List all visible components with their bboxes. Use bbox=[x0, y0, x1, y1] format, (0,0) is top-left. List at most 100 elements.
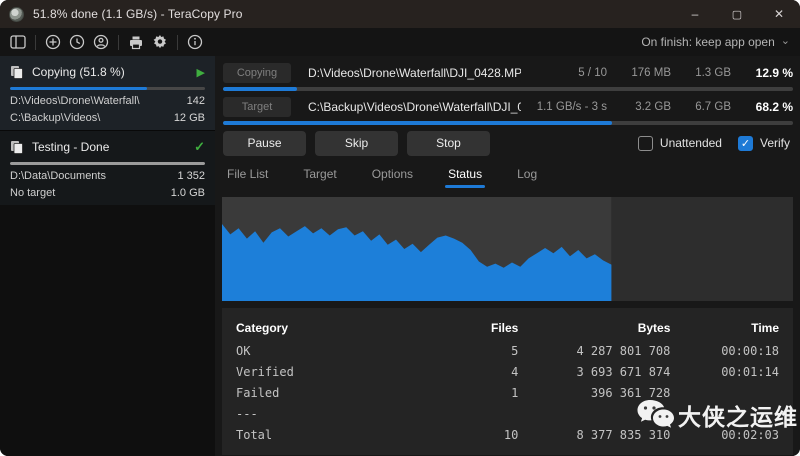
col-time: Time bbox=[670, 316, 779, 340]
cell: OK bbox=[236, 340, 399, 361]
source-progressbar bbox=[223, 87, 793, 91]
source-files-count: 5 / 10 bbox=[521, 67, 607, 79]
pause-button[interactable]: Pause bbox=[223, 131, 306, 156]
task-file-count: 142 bbox=[187, 95, 205, 107]
task-title: Copying (51.8 %) bbox=[32, 65, 197, 79]
minimize-button[interactable]: – bbox=[674, 0, 716, 28]
print-icon[interactable] bbox=[124, 31, 148, 53]
cell: 4 287 801 708 bbox=[518, 340, 670, 361]
cell: Failed bbox=[236, 382, 399, 403]
titlebar: 51.8% done (1.1 GB/s) - TeraCopy Pro – ▢… bbox=[0, 0, 800, 28]
cell: 1 bbox=[399, 382, 518, 403]
toolbar-separator bbox=[177, 35, 178, 50]
task-progressbar bbox=[10, 87, 205, 90]
main-panel: Copying D:\Videos\Drone\Waterfall\DJI_04… bbox=[215, 56, 800, 456]
target-total-bytes: 6.7 GB bbox=[671, 101, 731, 113]
checkbox-box[interactable] bbox=[638, 136, 653, 151]
task-source-path: D:\Videos\Drone\Waterfall\ bbox=[10, 95, 140, 107]
account-icon[interactable] bbox=[89, 31, 113, 53]
action-bar: Pause Skip Stop Unattended ✓ Verify bbox=[223, 130, 790, 156]
source-row: Copying D:\Videos\Drone\Waterfall\DJI_04… bbox=[223, 61, 793, 85]
tab-target[interactable]: Target bbox=[301, 162, 338, 190]
app-icon[interactable] bbox=[9, 7, 24, 22]
tab-file-list[interactable]: File List bbox=[225, 162, 270, 190]
settings-gear-icon[interactable] bbox=[148, 31, 172, 53]
maximize-button[interactable]: ▢ bbox=[716, 0, 758, 28]
cell: 3 693 671 874 bbox=[518, 361, 670, 382]
on-finish-label: On finish: keep app open bbox=[641, 35, 774, 49]
tab-bar: File List Target Options Status Log bbox=[225, 162, 539, 190]
unattended-checkbox[interactable]: Unattended bbox=[638, 136, 722, 151]
cell: 5 bbox=[399, 340, 518, 361]
cell: 10 bbox=[399, 424, 518, 445]
on-finish-dropdown[interactable]: On finish: keep app open ⌄ bbox=[641, 35, 790, 49]
copy-pages-icon bbox=[10, 65, 24, 79]
target-badge[interactable]: Target bbox=[223, 97, 291, 117]
task-size: 1.0 GB bbox=[171, 187, 205, 199]
cell: Total bbox=[236, 424, 399, 445]
skip-button[interactable]: Skip bbox=[315, 131, 398, 156]
stop-button[interactable]: Stop bbox=[407, 131, 490, 156]
cell bbox=[399, 403, 518, 424]
about-info-icon[interactable] bbox=[183, 31, 207, 53]
task-item-testing[interactable]: Testing - Done ✓ D:\Data\Documents 1 352… bbox=[0, 130, 215, 205]
task-target-row: No target 1.0 GB bbox=[10, 187, 205, 199]
toolbar-separator bbox=[35, 35, 36, 50]
close-button[interactable]: ✕ bbox=[758, 0, 800, 28]
source-percent: 12.9 % bbox=[731, 66, 793, 80]
task-target-row: C:\Backup\Videos\ 12 GB bbox=[10, 112, 205, 124]
task-title: Testing - Done bbox=[32, 140, 194, 154]
watermark-text: 大侠之运维 bbox=[678, 398, 798, 432]
source-path: D:\Videos\Drone\Waterfall\DJI_0428.MP4 bbox=[308, 66, 521, 80]
task-item-copying[interactable]: Copying (51.8 %) ▶ D:\Videos\Drone\Water… bbox=[0, 56, 215, 130]
target-copied-bytes: 3.2 GB bbox=[607, 101, 671, 113]
target-percent: 68.2 % bbox=[731, 100, 793, 114]
verify-checkbox[interactable]: ✓ Verify bbox=[738, 136, 790, 151]
status-summary-table: Category Files Bytes Time OK54 287 801 7… bbox=[222, 308, 793, 455]
task-progressbar bbox=[10, 162, 205, 165]
table-row: Verified43 693 671 87400:01:14 bbox=[236, 361, 779, 382]
target-row: Target C:\Backup\Videos\Drone\Waterfall\… bbox=[223, 95, 793, 119]
speed-chart bbox=[222, 197, 793, 301]
check-icon: ✓ bbox=[194, 139, 205, 155]
cell: --- bbox=[236, 403, 399, 424]
task-source-row: D:\Data\Documents 1 352 bbox=[10, 170, 205, 182]
cell: 4 bbox=[399, 361, 518, 382]
task-target-path: C:\Backup\Videos\ bbox=[10, 112, 100, 124]
cell: Verified bbox=[236, 361, 399, 382]
cell: 00:01:14 bbox=[670, 361, 779, 382]
checkbox-box[interactable]: ✓ bbox=[738, 136, 753, 151]
table-row: OK54 287 801 70800:00:18 bbox=[236, 340, 779, 361]
play-icon[interactable]: ▶ bbox=[197, 66, 205, 79]
toolbar-separator bbox=[118, 35, 119, 50]
tab-log[interactable]: Log bbox=[515, 162, 539, 190]
chevron-down-icon: ⌄ bbox=[781, 34, 790, 47]
add-task-icon[interactable] bbox=[41, 31, 65, 53]
task-source-path: D:\Data\Documents bbox=[10, 170, 106, 182]
window-controls: – ▢ ✕ bbox=[674, 0, 800, 28]
history-icon[interactable] bbox=[65, 31, 89, 53]
cell: 00:00:18 bbox=[670, 340, 779, 361]
source-copied-bytes: 176 MB bbox=[607, 67, 671, 79]
verify-label: Verify bbox=[760, 136, 790, 150]
task-size: 12 GB bbox=[174, 112, 205, 124]
unattended-label: Unattended bbox=[660, 136, 722, 150]
copying-badge[interactable]: Copying bbox=[223, 63, 291, 83]
watermark: 大侠之运维 bbox=[636, 398, 798, 432]
tab-options[interactable]: Options bbox=[370, 162, 415, 190]
window-title: 51.8% done (1.1 GB/s) - TeraCopy Pro bbox=[33, 7, 242, 21]
tab-status[interactable]: Status bbox=[446, 162, 484, 190]
table-header-row: Category Files Bytes Time bbox=[236, 316, 779, 340]
teracopy-window: 51.8% done (1.1 GB/s) - TeraCopy Pro – ▢… bbox=[0, 0, 800, 456]
source-total-bytes: 1.3 GB bbox=[671, 67, 731, 79]
col-files: Files bbox=[399, 316, 518, 340]
target-progressbar bbox=[223, 121, 793, 125]
wechat-icon bbox=[636, 398, 676, 432]
task-source-row: D:\Videos\Drone\Waterfall\ 142 bbox=[10, 95, 205, 107]
target-speed: 1.1 GB/s - 3 s bbox=[521, 101, 607, 113]
col-category: Category bbox=[236, 316, 399, 340]
task-target-path: No target bbox=[10, 187, 55, 199]
col-bytes: Bytes bbox=[518, 316, 670, 340]
target-path: C:\Backup\Videos\Drone\Waterfall\DJI_042… bbox=[308, 100, 521, 114]
panel-toggle-icon[interactable] bbox=[6, 31, 30, 53]
